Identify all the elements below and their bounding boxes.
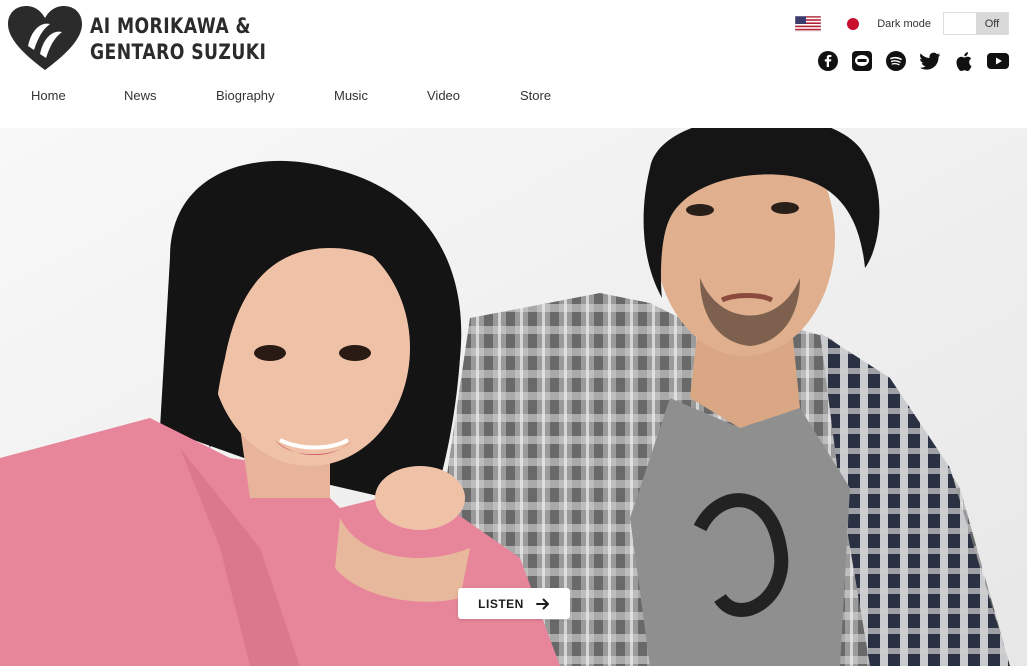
nav-news[interactable]: News bbox=[124, 88, 157, 103]
listen-button[interactable]: LISTEN bbox=[458, 588, 570, 619]
dark-mode-label: Dark mode bbox=[877, 17, 931, 30]
hero-banner bbox=[0, 128, 1027, 666]
hero-photo bbox=[0, 128, 1027, 666]
listen-label: LISTEN bbox=[478, 596, 524, 611]
jp-flag-icon[interactable] bbox=[847, 17, 860, 30]
apple-icon[interactable] bbox=[953, 51, 975, 71]
header-controls: Dark mode Off bbox=[795, 12, 1009, 35]
nav-video[interactable]: Video bbox=[427, 88, 460, 103]
facebook-icon[interactable] bbox=[817, 51, 839, 71]
nav-home[interactable]: Home bbox=[31, 88, 66, 103]
dark-mode-toggle[interactable]: Off bbox=[943, 12, 1009, 35]
site-header: AI MORIKAWA & GENTARO SUZUKI Home News B… bbox=[0, 0, 1027, 128]
brand-line-1: AI MORIKAWA & bbox=[90, 14, 251, 38]
toggle-on-segment[interactable] bbox=[944, 13, 976, 34]
nav-biography[interactable]: Biography bbox=[216, 88, 275, 103]
toggle-off-segment[interactable]: Off bbox=[976, 13, 1008, 34]
spotify-icon[interactable] bbox=[885, 51, 907, 71]
social-links bbox=[805, 51, 1009, 71]
nav-store[interactable]: Store bbox=[520, 88, 551, 103]
line-icon[interactable] bbox=[851, 51, 873, 71]
brand-name: AI MORIKAWA & GENTARO SUZUKI bbox=[90, 13, 266, 65]
nav-music[interactable]: Music bbox=[334, 88, 368, 103]
twitter-icon[interactable] bbox=[919, 51, 941, 71]
heart-logo-icon bbox=[8, 6, 82, 70]
site-logo[interactable]: AI MORIKAWA & GENTARO SUZUKI bbox=[8, 6, 266, 72]
arrow-right-icon bbox=[535, 598, 549, 609]
us-flag-icon[interactable] bbox=[795, 15, 822, 32]
brand-line-2: GENTARO SUZUKI bbox=[90, 40, 267, 64]
youtube-icon[interactable] bbox=[987, 51, 1009, 71]
